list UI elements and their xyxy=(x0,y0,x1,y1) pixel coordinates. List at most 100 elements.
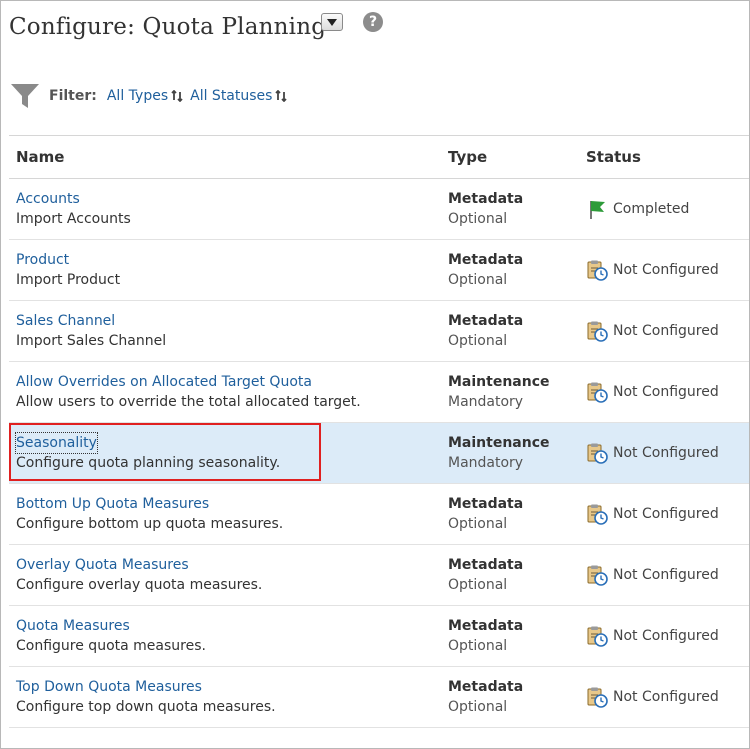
clipboard-clock-icon xyxy=(587,626,608,647)
task-name-link[interactable]: Overlay Quota Measures xyxy=(16,555,434,575)
task-description: Import Accounts xyxy=(16,211,131,227)
status-cell: Not Configured xyxy=(579,361,749,423)
task-table: Name Type Status Accounts Import Accounts… xyxy=(9,135,749,728)
task-requirement: Optional xyxy=(448,577,508,593)
type-cell: Maintenance Mandatory xyxy=(441,361,579,423)
green-flag-icon xyxy=(590,201,605,219)
type-cell: Metadata Optional xyxy=(441,239,579,301)
name-cell: Bottom Up Quota Measures Configure bottom… xyxy=(9,483,441,545)
name-cell: Quota Measures Configure quota measures. xyxy=(9,605,441,667)
type-cell: Metadata Optional xyxy=(441,300,579,362)
task-type: Metadata xyxy=(448,191,524,207)
task-description: Configure top down quota measures. xyxy=(16,699,276,715)
name-cell: Accounts Import Accounts xyxy=(9,178,441,240)
status-text: Not Configured xyxy=(613,384,719,400)
table-row[interactable]: Bottom Up Quota Measures Configure bottom… xyxy=(9,483,749,545)
table-header-row: Name Type Status xyxy=(9,135,749,179)
task-name-link[interactable]: Top Down Quota Measures xyxy=(16,677,434,697)
task-name-link[interactable]: Allow Overrides on Allocated Target Quot… xyxy=(16,372,434,392)
task-name-link[interactable]: Product xyxy=(16,250,434,270)
status-text: Not Configured xyxy=(613,506,719,522)
status-text: Not Configured xyxy=(613,262,719,278)
status-cell: Not Configured xyxy=(579,666,749,728)
filter-bar: Filter: All Types All Statuses xyxy=(11,81,294,111)
name-cell: Allow Overrides on Allocated Target Quot… xyxy=(9,361,441,423)
status-text: Not Configured xyxy=(613,689,719,705)
task-description: Allow users to override the total alloca… xyxy=(16,394,361,410)
task-name-link[interactable]: Quota Measures xyxy=(16,616,434,636)
task-description: Import Sales Channel xyxy=(16,333,167,349)
task-description: Import Product xyxy=(16,272,121,288)
status-cell: Not Configured xyxy=(579,300,749,362)
task-name-link[interactable]: Accounts xyxy=(16,189,434,209)
task-name-link[interactable]: Seasonality xyxy=(15,432,98,454)
table-row[interactable]: Accounts Import Accounts Metadata Optional C… xyxy=(9,178,749,240)
actions-dropdown-button[interactable] xyxy=(321,13,343,31)
name-cell: Product Import Product xyxy=(9,239,441,301)
clipboard-clock-icon xyxy=(587,382,608,403)
table-row[interactable]: Sales Channel Import Sales Channel Metadat… xyxy=(9,300,749,362)
task-requirement: Optional xyxy=(448,516,508,532)
task-requirement: Mandatory xyxy=(448,455,524,471)
task-requirement: Optional xyxy=(448,272,508,288)
swap-arrows-icon[interactable] xyxy=(275,90,288,102)
task-description: Configure quota planning seasonality. xyxy=(16,455,281,471)
task-description: Configure bottom up quota measures. xyxy=(16,516,284,532)
status-cell: Completed xyxy=(579,178,749,240)
task-type: Maintenance xyxy=(448,435,550,451)
status-cell: Not Configured xyxy=(579,422,749,484)
column-header-status[interactable]: Status xyxy=(579,135,749,179)
task-requirement: Optional xyxy=(448,699,508,715)
page-title: Configure: Quota Planning xyxy=(9,14,327,40)
help-icon[interactable]: ? xyxy=(363,12,383,32)
task-type: Maintenance xyxy=(448,374,550,390)
task-type: Metadata xyxy=(448,557,524,573)
table-row[interactable]: Overlay Quota Measures Configure overlay … xyxy=(9,544,749,606)
filter-types-link[interactable]: All Types xyxy=(107,88,168,104)
title-bar: Configure: Quota Planning xyxy=(9,9,326,45)
clipboard-clock-icon xyxy=(587,565,608,586)
task-type: Metadata xyxy=(448,313,524,329)
table-row[interactable]: Seasonality Configure quota planning seas… xyxy=(9,422,749,484)
task-requirement: Optional xyxy=(448,211,508,227)
filter-statuses-link[interactable]: All Statuses xyxy=(190,88,272,104)
name-cell: Overlay Quota Measures Configure overlay … xyxy=(9,544,441,606)
funnel-filter-icon xyxy=(11,84,39,108)
caret-down-icon xyxy=(327,19,337,26)
swap-arrows-icon[interactable] xyxy=(171,90,183,102)
task-requirement: Mandatory xyxy=(448,394,524,410)
clipboard-clock-icon xyxy=(587,504,608,525)
task-description: Configure quota measures. xyxy=(16,638,206,654)
table-row[interactable]: Allow Overrides on Allocated Target Quot… xyxy=(9,361,749,423)
column-header-name[interactable]: Name xyxy=(9,135,441,179)
task-type: Metadata xyxy=(448,252,524,268)
column-header-type[interactable]: Type xyxy=(441,135,579,179)
clipboard-clock-icon xyxy=(587,443,608,464)
table-row[interactable]: Product Import Product Metadata Optional Not… xyxy=(9,239,749,301)
task-name-link[interactable]: Bottom Up Quota Measures xyxy=(16,494,434,514)
task-name-link[interactable]: Sales Channel xyxy=(16,311,434,331)
clipboard-clock-icon xyxy=(587,321,608,342)
table-row[interactable]: Top Down Quota Measures Configure top dow… xyxy=(9,666,749,728)
status-cell: Not Configured xyxy=(579,544,749,606)
status-text: Not Configured xyxy=(613,628,719,644)
status-cell: Not Configured xyxy=(579,483,749,545)
table-row[interactable]: Quota Measures Configure quota measures. M… xyxy=(9,605,749,667)
type-cell: Metadata Optional xyxy=(441,666,579,728)
task-requirement: Optional xyxy=(448,333,508,349)
status-cell: Not Configured xyxy=(579,239,749,301)
status-text: Not Configured xyxy=(613,567,719,583)
task-type: Metadata xyxy=(448,618,524,634)
task-type: Metadata xyxy=(448,496,524,512)
status-text: Completed xyxy=(613,201,690,217)
name-cell: Seasonality Configure quota planning seas… xyxy=(9,422,441,484)
clipboard-clock-icon xyxy=(587,260,608,281)
filter-label: Filter: xyxy=(49,88,97,104)
type-cell: Metadata Optional xyxy=(441,605,579,667)
status-text: Not Configured xyxy=(613,445,719,461)
task-type: Metadata xyxy=(448,679,524,695)
type-cell: Maintenance Mandatory xyxy=(441,422,579,484)
clipboard-clock-icon xyxy=(587,687,608,708)
task-requirement: Optional xyxy=(448,638,508,654)
type-cell: Metadata Optional xyxy=(441,178,579,240)
